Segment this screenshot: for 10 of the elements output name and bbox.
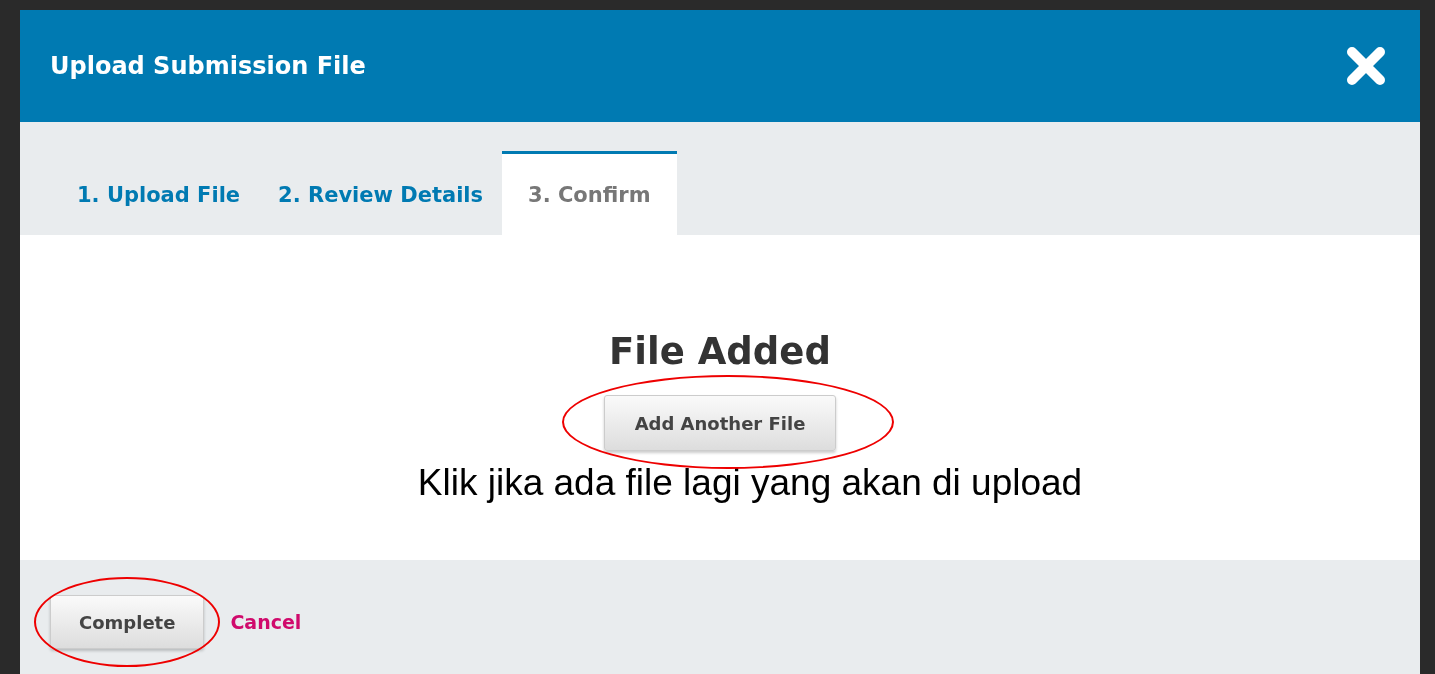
step-tab[interactable]: 3. Confirm bbox=[502, 151, 677, 235]
step-tab[interactable]: 2. Review Details bbox=[259, 151, 503, 235]
dialog-title: Upload Submission File bbox=[50, 52, 366, 80]
add-file-button[interactable]: Add Another File bbox=[603, 395, 837, 451]
close-icon[interactable] bbox=[1346, 46, 1386, 86]
complete-button[interactable]: Complete bbox=[50, 595, 205, 649]
cancel-link[interactable]: Cancel bbox=[230, 611, 302, 633]
step-tab[interactable]: 1. Upload File bbox=[58, 151, 260, 235]
status-heading: File Added bbox=[609, 330, 831, 373]
annotation-text: Klik jika ada file lagi yang akan di upload bbox=[417, 463, 1083, 504]
